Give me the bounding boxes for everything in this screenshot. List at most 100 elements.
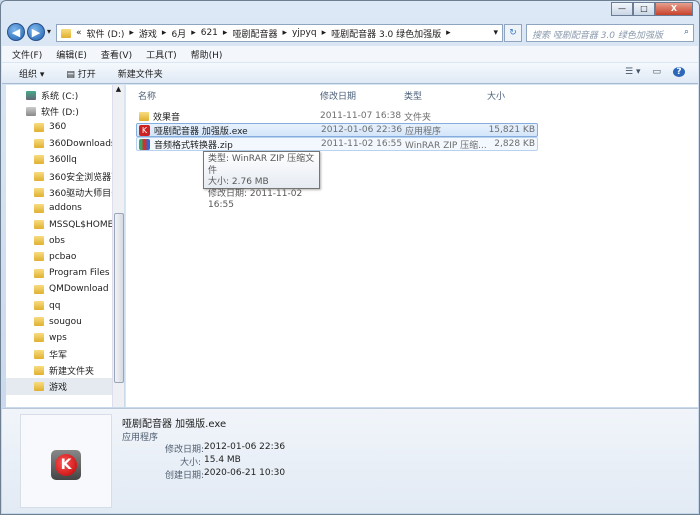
new-folder-button[interactable]: 新建文件夹: [118, 67, 163, 80]
crumb-june[interactable]: 6月: [171, 27, 186, 40]
folder-tree: 系统 (C:) 软件 (D:) 360 360Downloads 360llq 360安全…: [6, 85, 112, 395]
preview-pane-button[interactable]: ▭: [652, 67, 661, 77]
views-button[interactable]: ☰ ▾: [625, 67, 640, 77]
crumb-separator[interactable]: ▸: [223, 28, 228, 38]
folder-icon: [34, 187, 44, 197]
forward-button[interactable]: ▶: [27, 23, 45, 41]
crumb-separator[interactable]: ▸: [191, 28, 196, 38]
thumbnail: K: [20, 414, 112, 508]
created-value: 2020-06-21 10:30: [204, 468, 286, 478]
nav-label: 360安全浏览器下: [49, 172, 112, 183]
nav-folder[interactable]: 华军: [6, 346, 112, 362]
minimize-button[interactable]: —: [611, 2, 633, 16]
menu-help[interactable]: 帮助(H): [191, 48, 223, 61]
nav-folder[interactable]: 360驱动大师目录: [6, 184, 112, 200]
menu-file[interactable]: 文件(F): [12, 48, 42, 61]
nav-folder[interactable]: Program Files (: [6, 265, 112, 281]
nav-folder[interactable]: 360: [6, 119, 112, 135]
crumb-yjpyq-cn[interactable]: 哑剧配音器: [232, 27, 277, 40]
nav-drive[interactable]: 软件 (D:): [6, 103, 112, 119]
crumb-overflow[interactable]: «: [76, 28, 82, 38]
column-date[interactable]: 修改日期: [320, 89, 356, 102]
column-type[interactable]: 类型: [404, 89, 422, 102]
address-dropdown[interactable]: ▾: [493, 28, 498, 38]
menu-edit[interactable]: 编辑(E): [56, 48, 87, 61]
menu-bar: 文件(F) 编辑(E) 查看(V) 工具(T) 帮助(H): [2, 46, 698, 62]
folder-icon: [34, 220, 44, 230]
folder-icon: [34, 349, 44, 359]
address-bar[interactable]: « 软件 (D:) ▸ 游戏 ▸ 6月 ▸ 621 ▸ 哑剧配音器 ▸ yjpyq ▸ 哑剧…: [56, 24, 503, 42]
folder-icon: [34, 284, 44, 294]
nav-folder[interactable]: wps: [6, 330, 112, 346]
organize-button[interactable]: 组织 ▾: [19, 67, 44, 80]
crumb-drive[interactable]: 软件 (D:): [87, 27, 125, 40]
folder-icon: [34, 155, 44, 165]
help-button[interactable]: ?: [673, 67, 685, 77]
nav-label: MSSQL$HOME: [49, 219, 112, 230]
modified-value: 2012-01-06 22:36: [204, 442, 286, 452]
nav-folder[interactable]: sougou: [6, 314, 112, 330]
folder-icon: [34, 236, 44, 246]
nav-label: Program Files (: [49, 268, 112, 279]
zip-icon: [139, 138, 150, 150]
nav-folder[interactable]: pcbao: [6, 249, 112, 265]
scroll-up-arrow[interactable]: ▲: [113, 85, 124, 93]
nav-folder[interactable]: addons: [6, 200, 112, 216]
nav-label: 游戏: [49, 382, 68, 393]
nav-folder[interactable]: obs: [6, 233, 112, 249]
file-name: 音频格式转换器.zip: [154, 140, 233, 151]
folder-icon: [34, 301, 44, 311]
modified-label: 修改日期:: [165, 445, 205, 455]
crumb-621[interactable]: 621: [201, 28, 218, 38]
column-size[interactable]: 大小: [487, 89, 505, 102]
folder-icon: [34, 203, 44, 213]
crumb-separator[interactable]: ▸: [322, 28, 327, 38]
file-type: 文件夹: [404, 112, 432, 123]
file-row-selected[interactable]: K 哑剧配音器 加强版.exe 2012-01-06 22:36 应用程序 15…: [136, 123, 538, 137]
open-icon: ▤: [66, 69, 78, 80]
nav-label: sougou: [49, 316, 82, 327]
crumb-separator[interactable]: ▸: [282, 28, 287, 38]
crumb-separator[interactable]: ▸: [129, 28, 134, 38]
column-name[interactable]: 名称: [138, 89, 156, 102]
crumb-separator[interactable]: ▸: [446, 28, 451, 38]
search-icon[interactable]: ⌕: [684, 27, 689, 37]
scroll-thumb[interactable]: [114, 213, 124, 383]
back-button[interactable]: ◀: [7, 23, 25, 41]
crumb-current[interactable]: 哑剧配音器 3.0 绿色加强版: [331, 27, 441, 40]
nav-label: qq: [49, 300, 61, 311]
refresh-button[interactable]: ↻: [504, 24, 522, 42]
menu-view[interactable]: 查看(V): [101, 48, 132, 61]
recent-dropdown[interactable]: ▾: [47, 23, 51, 41]
nav-folder[interactable]: MSSQL$HOME: [6, 217, 112, 233]
nav-folder[interactable]: 360安全浏览器下: [6, 168, 112, 184]
crumb-yjpyq[interactable]: yjpyq: [292, 28, 317, 38]
nav-label: 360llq: [49, 154, 77, 165]
close-button[interactable]: X: [655, 2, 693, 16]
open-button[interactable]: ▤ 打开: [66, 67, 95, 80]
explorer-window: — □ X ◀ ▶ ▾ « 软件 (D:) ▸ 游戏 ▸ 6月 ▸ 621 ▸ 哑剧配音…: [0, 0, 700, 515]
nav-folder[interactable]: 游戏: [6, 378, 112, 395]
nav-label: 系统 (C:): [41, 91, 79, 102]
nav-scrollbar[interactable]: ▲: [112, 85, 124, 407]
nav-folder[interactable]: 360llq: [6, 152, 112, 168]
nav-label: obs: [49, 235, 65, 246]
nav-folder[interactable]: qq: [6, 297, 112, 313]
crumb-separator[interactable]: ▸: [162, 28, 167, 38]
maximize-button[interactable]: □: [633, 2, 655, 16]
search-input[interactable]: 搜索 哑剧配音器 3.0 绿色加强版 ⌕: [526, 24, 694, 42]
nav-folder[interactable]: QMDownload: [6, 281, 112, 297]
nav-drive[interactable]: 系统 (C:): [6, 87, 112, 103]
nav-label: QMDownload: [49, 284, 109, 295]
tooltip-date: 修改日期: 2011-11-02 16:55: [208, 188, 303, 211]
nav-folder[interactable]: 360Downloads: [6, 136, 112, 152]
folder-icon: [34, 171, 44, 181]
folder-icon: [34, 268, 44, 278]
nav-folder[interactable]: 新建文件夹: [6, 362, 112, 378]
command-bar: 组织 ▾ ▤ 打开 新建文件夹: [2, 63, 698, 84]
file-date: 2011-11-07 16:38: [320, 111, 402, 121]
file-row-hover[interactable]: 音频格式转换器.zip 2011-11-02 16:55 WinRAR ZIP …: [136, 137, 538, 151]
crumb-games[interactable]: 游戏: [139, 27, 157, 40]
menu-tools[interactable]: 工具(T): [146, 48, 177, 61]
file-row[interactable]: 效果音 2011-11-07 16:38 文件夹: [136, 109, 538, 123]
